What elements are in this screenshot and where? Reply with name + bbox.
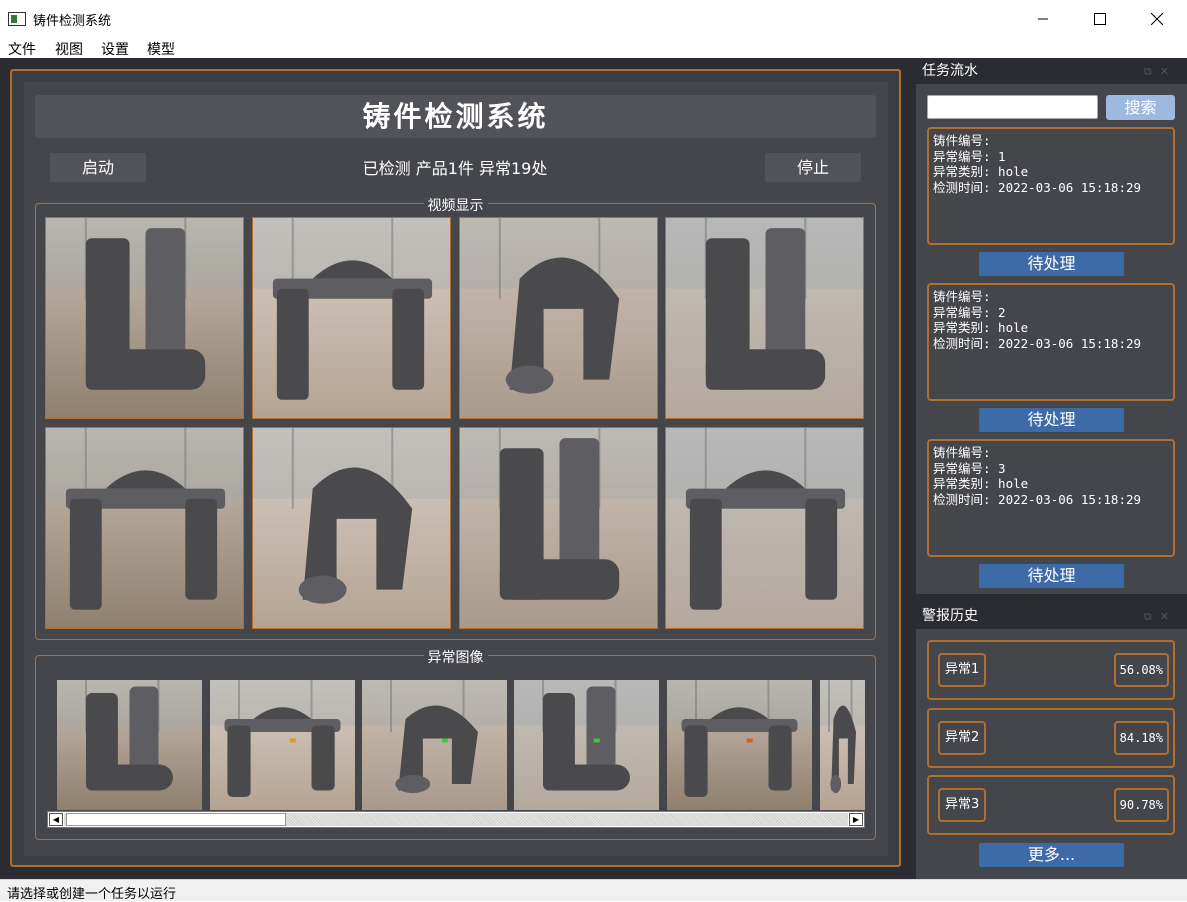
video-tile[interactable] (252, 217, 451, 419)
anomaly-thumbnail[interactable] (362, 680, 507, 810)
casting-photo (667, 680, 812, 810)
title-bar: 铸件检测系统 (0, 0, 1187, 38)
casting-photo (253, 218, 450, 418)
minimize-button[interactable] (1020, 4, 1066, 34)
anomaly-scrollbar[interactable]: ◀ ▶ (47, 811, 865, 828)
task-anomaly-type: 异常类别: hole (933, 320, 1029, 335)
header-box: 铸件检测系统 (35, 95, 876, 138)
stop-button[interactable]: 停止 (765, 153, 861, 182)
task-detect-time: 检测时间: 2022-03-06 15:18:29 (933, 491, 1142, 507)
alarm-panel-header: 警报历史 ⧉✕ (916, 604, 1187, 629)
task-anomaly-id: 异常编号: 3 (933, 460, 1006, 476)
task-casting-id: 铸件编号: (933, 289, 991, 304)
scroll-thumb[interactable] (66, 813, 286, 826)
alarm-name: 异常1 (938, 653, 987, 687)
casting-photo (57, 680, 202, 810)
alarm-name: 异常3 (938, 788, 987, 822)
task-panel-header: 任务流水 ⧉✕ (916, 59, 1187, 84)
task-anomaly-id: 异常编号: 1 (933, 148, 1006, 164)
casting-photo (666, 428, 863, 628)
anomaly-thumbnail[interactable] (57, 680, 202, 810)
casting-photo (362, 680, 507, 810)
menu-bar: 文件 视图 设置 模型 (0, 38, 1187, 58)
casting-photo (514, 680, 659, 810)
pending-button[interactable]: 待处理 (979, 252, 1124, 276)
start-button[interactable]: 启动 (50, 153, 146, 182)
scroll-right-icon[interactable]: ▶ (849, 813, 863, 826)
float-icon[interactable]: ⧉ (1144, 610, 1160, 623)
pending-button[interactable]: 待处理 (979, 408, 1124, 432)
task-casting-id: 铸件编号: (933, 445, 991, 460)
alarm-card[interactable]: 异常1 56.08% (927, 640, 1175, 700)
page-title: 铸件检测系统 (362, 100, 549, 133)
menu-view[interactable]: 视图 (55, 39, 83, 59)
task-detect-time: 检测时间: 2022-03-06 15:18:29 (933, 335, 1142, 351)
anomaly-thumbnail[interactable] (514, 680, 659, 810)
task-anomaly-type: 异常类别: hole (933, 476, 1029, 491)
casting-photo (460, 428, 657, 628)
search-input[interactable] (927, 95, 1098, 119)
close-icon (1151, 13, 1163, 25)
casting-photo (666, 218, 863, 418)
video-tile[interactable] (459, 217, 658, 419)
task-detect-time: 检测时间: 2022-03-06 15:18:29 (933, 179, 1142, 195)
search-button[interactable]: 搜索 (1106, 95, 1175, 120)
casting-photo (46, 428, 243, 628)
task-casting-id: 铸件编号: (933, 133, 991, 148)
scroll-left-icon[interactable]: ◀ (49, 813, 63, 826)
task-card[interactable]: 铸件编号: 异常编号: 3 异常类别: hole 检测时间: 2022-03-0… (927, 439, 1175, 557)
casting-photo (46, 218, 243, 418)
casting-photo (253, 428, 450, 628)
menu-file[interactable]: 文件 (8, 39, 36, 59)
window-title: 铸件检测系统 (33, 14, 112, 29)
anomaly-thumbnail[interactable] (820, 680, 865, 810)
alarm-value: 90.78% (1113, 788, 1169, 822)
status-bar: 请选择或创建一个任务以运行 (0, 879, 1187, 902)
alarm-value: 84.18% (1113, 721, 1169, 755)
menu-model[interactable]: 模型 (147, 39, 175, 59)
video-tile[interactable] (45, 427, 244, 629)
task-anomaly-type: 异常类别: hole (933, 164, 1029, 179)
maximize-icon (1094, 13, 1106, 25)
dock-close-icon[interactable]: ✕ (1160, 65, 1177, 78)
anomaly-thumbnail[interactable] (667, 680, 812, 810)
task-panel-title: 任务流水 (922, 63, 978, 79)
float-icon[interactable]: ⧉ (1144, 65, 1160, 78)
video-tile[interactable] (252, 427, 451, 629)
minimize-icon (1038, 18, 1048, 20)
alarm-card[interactable]: 异常2 84.18% (927, 708, 1175, 768)
casting-photo (460, 218, 657, 418)
anomaly-thumbnail[interactable] (210, 680, 355, 810)
video-tile[interactable] (45, 217, 244, 419)
task-card[interactable]: 铸件编号: 异常编号: 1 异常类别: hole 检测时间: 2022-03-0… (927, 127, 1175, 245)
video-group-title: 视频显示 (423, 198, 488, 214)
task-anomaly-id: 异常编号: 2 (933, 304, 1006, 320)
casting-photo (210, 680, 355, 810)
app-icon (8, 12, 26, 26)
anomaly-group-title: 异常图像 (423, 650, 488, 666)
status-text: 请选择或创建一个任务以运行 (7, 887, 177, 902)
task-card[interactable]: 铸件编号: 异常编号: 2 异常类别: hole 检测时间: 2022-03-0… (927, 283, 1175, 401)
more-button[interactable]: 更多... (979, 843, 1124, 867)
video-tile[interactable] (459, 427, 658, 629)
alarm-card[interactable]: 异常3 90.78% (927, 775, 1175, 835)
casting-photo (820, 680, 865, 810)
alarm-name: 异常2 (938, 721, 987, 755)
alarm-value: 56.08% (1113, 653, 1169, 687)
dock-close-icon[interactable]: ✕ (1160, 610, 1177, 623)
detection-status: 已检测 产品1件 异常19处 (362, 159, 548, 178)
menu-settings[interactable]: 设置 (101, 39, 129, 59)
close-button[interactable] (1134, 4, 1180, 34)
video-tile[interactable] (665, 217, 864, 419)
video-tile[interactable] (665, 427, 864, 629)
alarm-panel-title: 警报历史 (922, 608, 978, 624)
pending-button[interactable]: 待处理 (979, 564, 1124, 588)
maximize-button[interactable] (1077, 4, 1123, 34)
